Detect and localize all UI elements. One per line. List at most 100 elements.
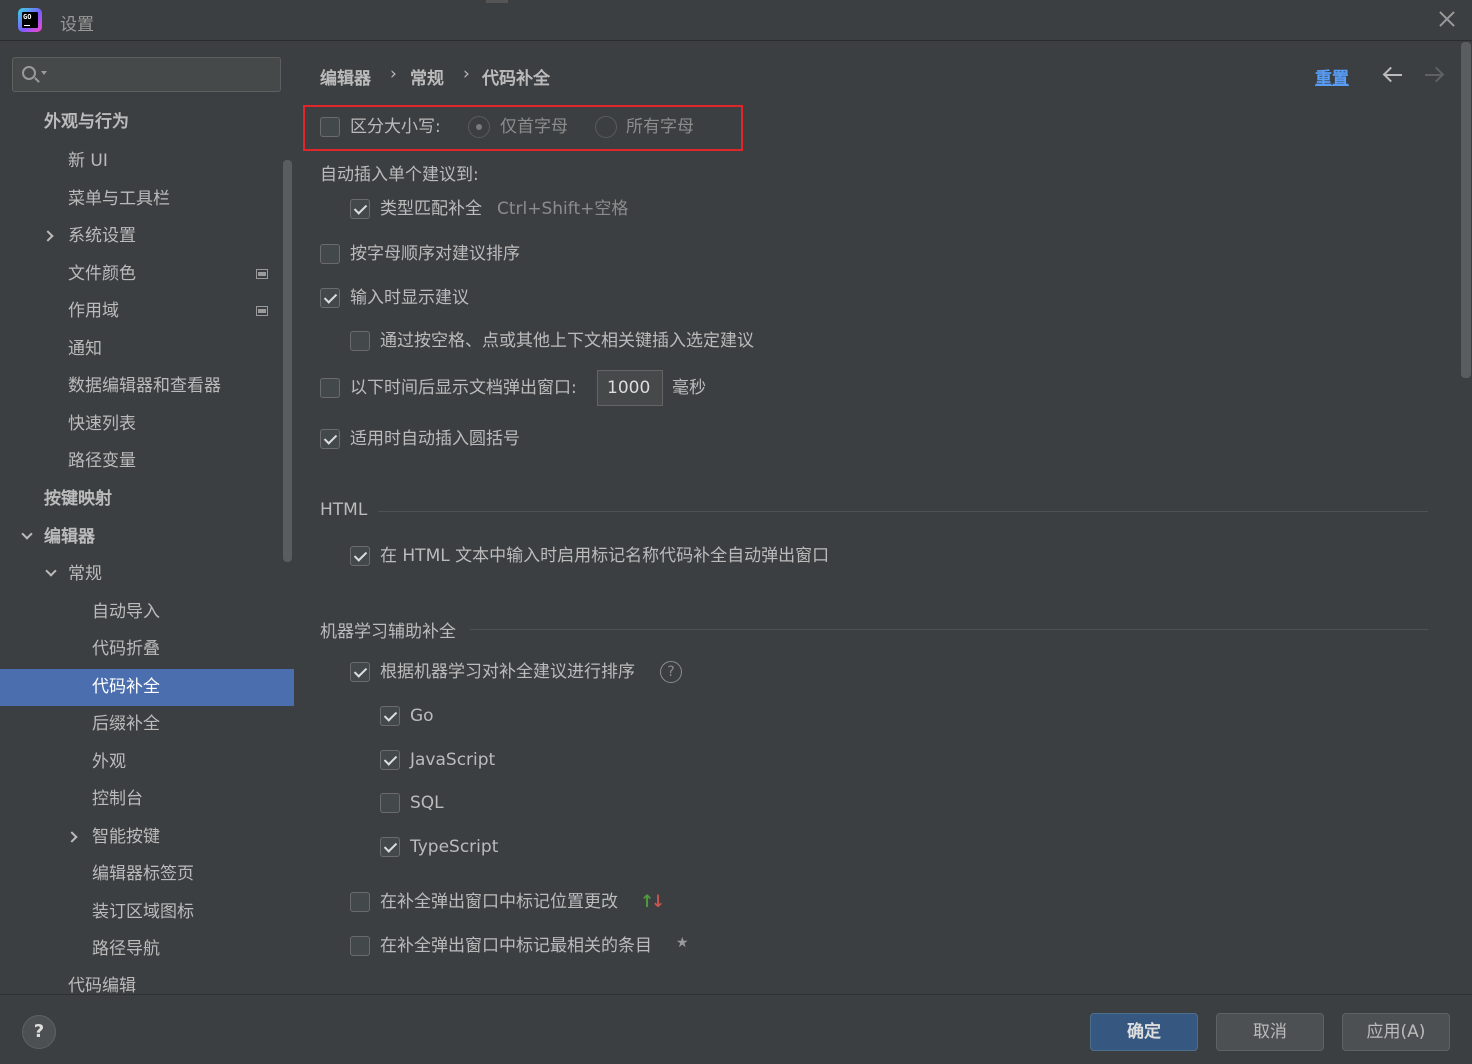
doc-popup-unit: 毫秒 (672, 378, 706, 398)
close-icon[interactable] (1436, 8, 1458, 30)
mark-relevant-checkbox[interactable] (350, 936, 370, 956)
project-scope-icon (256, 306, 268, 316)
chevron-down-icon[interactable] (21, 528, 33, 540)
sidebar-item-code-folding[interactable]: 代码折叠 (0, 631, 294, 668)
reset-link[interactable]: 重置 (1315, 64, 1349, 89)
goland-logo-icon: GO (18, 8, 42, 32)
insert-on-keys-checkbox[interactable] (350, 331, 370, 351)
sidebar-item-appearance[interactable]: 外观 (0, 744, 294, 781)
sidebar-scrollbar[interactable] (283, 160, 292, 562)
cancel-button[interactable]: 取消 (1216, 1013, 1324, 1051)
search-options-dropdown-icon[interactable] (41, 71, 47, 75)
sidebar-item-general[interactable]: 常规 (0, 556, 294, 593)
ml-go-checkbox[interactable] (380, 706, 400, 726)
doc-popup-delay-input[interactable]: 1000 (597, 370, 663, 406)
sidebar-item-menus-toolbars[interactable]: 菜单与工具栏 (0, 181, 294, 218)
sidebar-item-label: 代码编辑 (68, 976, 136, 994)
ml-sql-checkbox[interactable] (380, 793, 400, 813)
breadcrumb-separator: › (390, 64, 397, 84)
sidebar-item-smart-keys[interactable]: 智能按键 (0, 819, 294, 856)
breadcrumb-item[interactable]: 编辑器 (320, 64, 371, 89)
mark-relevant-label: 在补全弹出窗口中标记最相关的条目 (380, 936, 652, 956)
sidebar-item-label: 按键映射 (44, 489, 112, 509)
doc-popup-row: 以下时间后显示文档弹出窗口: (320, 376, 600, 400)
help-button[interactable]: ? (22, 1015, 56, 1049)
ml-typescript-label: TypeScript (410, 837, 499, 857)
show-suggestions-row: 输入时显示建议 (320, 286, 720, 310)
sidebar-item-notifications[interactable]: 通知 (0, 331, 294, 368)
sidebar-item-system-settings[interactable]: 系统设置 (0, 218, 294, 255)
mark-relevant-row: 在补全弹出窗口中标记最相关的条目 (350, 934, 680, 958)
sort-alpha-checkbox[interactable] (320, 244, 340, 264)
forward-arrow-icon[interactable] (1423, 65, 1445, 85)
ml-language-sql-row: SQL (380, 791, 580, 815)
sidebar-item-editor-tabs[interactable]: 编辑器标签页 (0, 856, 294, 893)
sidebar-item-label: 控制台 (92, 789, 143, 809)
position-change-arrows-icon: ↑ ↓ (640, 892, 666, 912)
sidebar-item-gutter-icons[interactable]: 装订区域图标 (0, 894, 294, 931)
insert-on-keys-row: 通过按空格、点或其他上下文相关键插入选定建议 (350, 329, 850, 353)
sidebar-item-code-completion[interactable]: 代码补全 (0, 669, 294, 706)
sidebar-item-path-variables[interactable]: 路径变量 (0, 443, 294, 480)
sidebar-item-console[interactable]: 控制台 (0, 781, 294, 818)
sidebar-item-new-ui[interactable]: 新 UI (0, 143, 294, 180)
type-match-checkbox[interactable] (350, 199, 370, 219)
ml-sort-label: 根据机器学习对补全建议进行排序 (380, 662, 635, 682)
sidebar-item-file-colors[interactable]: 文件颜色 (0, 256, 294, 293)
ml-language-go-row: Go (380, 704, 580, 728)
chevron-right-icon[interactable] (42, 230, 54, 242)
ml-sort-checkbox[interactable] (350, 662, 370, 682)
sidebar-item-editor[interactable]: 编辑器 (0, 519, 294, 556)
sidebar-item-label: 新 UI (68, 151, 108, 171)
sidebar-item-label: 菜单与工具栏 (68, 189, 170, 209)
show-suggestions-checkbox[interactable] (320, 288, 340, 308)
apply-button[interactable]: 应用(A) (1342, 1013, 1450, 1051)
mark-position-row: 在补全弹出窗口中标记位置更改 (350, 890, 640, 914)
auto-parens-checkbox[interactable] (320, 429, 340, 449)
case-sensitive-checkbox[interactable] (320, 117, 340, 137)
sidebar-item-label: 外观 (92, 752, 126, 772)
help-icon[interactable]: ? (660, 661, 682, 683)
html-section-title: HTML (320, 500, 368, 520)
chevron-down-icon[interactable] (45, 565, 57, 577)
sidebar-item-auto-import[interactable]: 自动导入 (0, 594, 294, 631)
sidebar-item-keymap[interactable]: 按键映射 (0, 481, 294, 518)
ml-section-title: 机器学习辅助补全 (320, 622, 456, 642)
ok-button[interactable]: 确定 (1090, 1013, 1198, 1051)
search-icon[interactable] (22, 66, 36, 80)
sidebar-item-breadcrumbs[interactable]: 路径导航 (0, 931, 294, 968)
mark-position-checkbox[interactable] (350, 892, 370, 912)
auto-parens-row: 适用时自动插入圆括号 (320, 427, 720, 451)
ml-typescript-checkbox[interactable] (380, 837, 400, 857)
main-scrollbar[interactable] (1461, 42, 1471, 378)
sort-alpha-row: 按字母顺序对建议排序 (320, 242, 720, 266)
ml-language-javascript-row: JavaScript (380, 748, 580, 772)
back-arrow-icon[interactable] (1382, 65, 1404, 85)
all-letters-label: 所有字母 (626, 117, 694, 137)
sidebar-item-label: 通知 (68, 339, 102, 359)
first-letter-radio[interactable] (468, 116, 490, 138)
sidebar-item-label: 文件颜色 (68, 264, 136, 284)
sidebar-item-data-editors[interactable]: 数据编辑器和查看器 (0, 368, 294, 405)
breadcrumb-item[interactable]: 常规 (410, 64, 444, 89)
insert-on-keys-label: 通过按空格、点或其他上下文相关键插入选定建议 (380, 331, 754, 351)
doc-popup-checkbox[interactable] (320, 378, 340, 398)
ml-javascript-label: JavaScript (410, 750, 496, 770)
sidebar-item-scopes[interactable]: 作用域 (0, 293, 294, 330)
search-input[interactable] (12, 57, 281, 92)
sidebar-item-label: 路径导航 (92, 939, 160, 959)
sidebar-item-label: 后缀补全 (92, 714, 160, 734)
sidebar-item-label: 常规 (68, 564, 102, 584)
star-icon: ★ (676, 935, 689, 951)
all-letters-radio[interactable] (595, 116, 617, 138)
ml-javascript-checkbox[interactable] (380, 750, 400, 770)
chevron-right-icon[interactable] (66, 831, 78, 843)
sidebar-item-quick-lists[interactable]: 快速列表 (0, 406, 294, 443)
html-tag-completion-checkbox[interactable] (350, 546, 370, 566)
window-grip[interactable] (486, 0, 508, 3)
sidebar-item-code-editing[interactable]: 代码编辑 (0, 968, 294, 994)
settings-main-panel: 编辑器 › 常规 › 代码补全 重置 区分大小写: 仅首字母 所有字母 自动插入… (294, 42, 1472, 994)
sidebar-item-appearance-behavior[interactable]: 外观与行为 (0, 104, 294, 141)
sidebar-item-postfix-completion[interactable]: 后缀补全 (0, 706, 294, 743)
html-section-divider (378, 511, 1428, 512)
